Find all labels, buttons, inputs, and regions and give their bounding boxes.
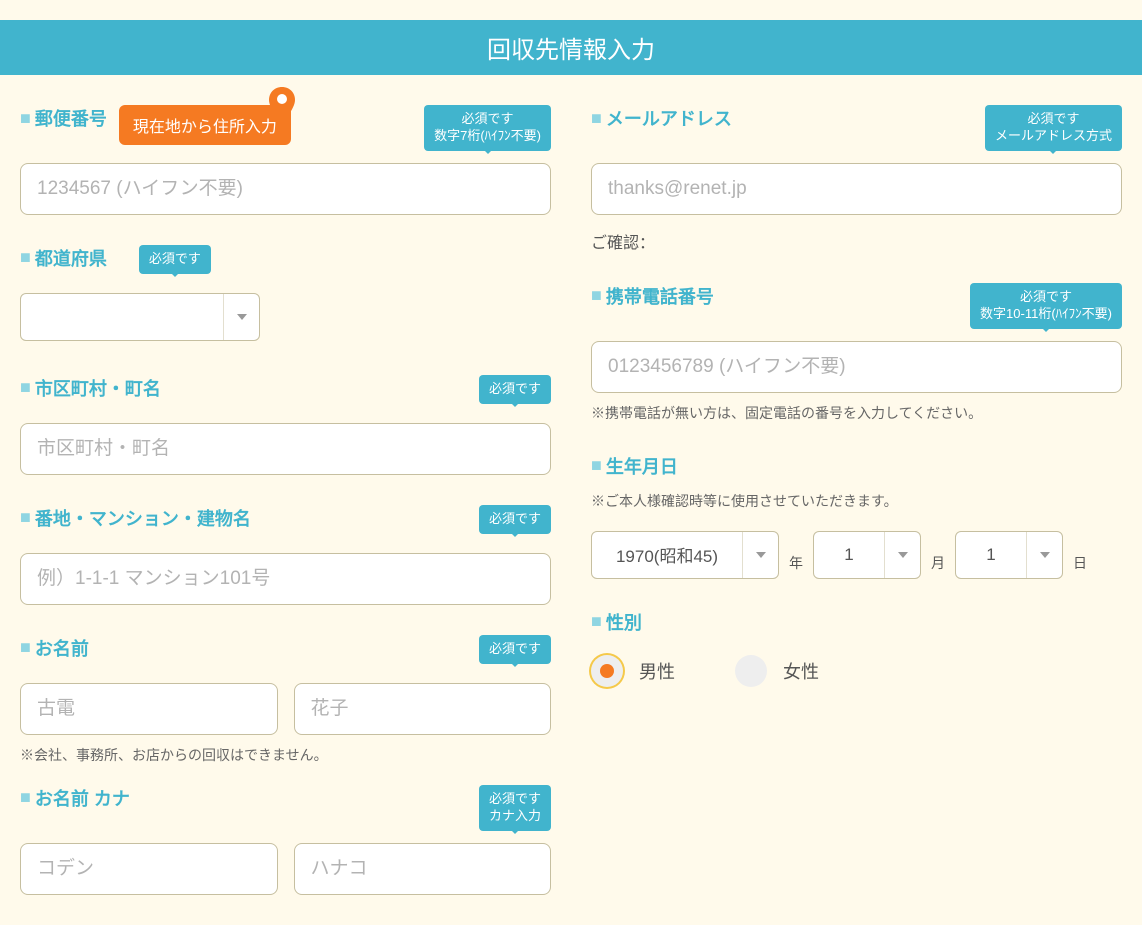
- label-kana: お名前 カナ: [20, 785, 130, 811]
- field-prefecture: 都道府県 必須です: [20, 245, 551, 345]
- label-dob: 生年月日: [591, 453, 1122, 479]
- email-input[interactable]: [591, 163, 1122, 215]
- tooltip-address: 必須です: [479, 505, 551, 534]
- gender-male-label: 男性: [639, 658, 675, 684]
- gender-female-label: 女性: [783, 658, 819, 684]
- label-email: メールアドレス: [591, 105, 732, 131]
- use-location-label: 現在地から住所入力: [133, 113, 277, 137]
- label-gender: 性別: [591, 609, 1122, 635]
- city-input[interactable]: [20, 423, 551, 475]
- radio-icon: [735, 655, 767, 687]
- tooltip-email: 必須ですメールアドレス方式: [985, 105, 1122, 151]
- radio-icon: [591, 655, 623, 687]
- label-postal: 郵便番号: [20, 105, 107, 131]
- label-name: お名前: [20, 635, 89, 661]
- chevron-down-icon: [884, 532, 920, 578]
- dob-month-select[interactable]: 1: [813, 531, 921, 579]
- dob-month-value: 1: [814, 532, 884, 578]
- field-kana: お名前 カナ 必須ですカナ入力: [20, 785, 551, 895]
- prefecture-select[interactable]: [20, 293, 260, 341]
- dob-note: ※ご本人様確認時等に使用させていただきます。: [591, 491, 1122, 511]
- month-unit: 月: [931, 553, 945, 579]
- tooltip-city: 必須です: [479, 375, 551, 404]
- gender-female-radio[interactable]: 女性: [735, 655, 819, 687]
- dob-year-select[interactable]: 1970(昭和45): [591, 531, 779, 579]
- chevron-down-icon: [1026, 532, 1062, 578]
- lastname-input[interactable]: [20, 683, 278, 735]
- field-city: 市区町村・町名 必須です: [20, 375, 551, 475]
- field-name: お名前 必須です ※会社、事務所、お店からの回収はできません。: [20, 635, 551, 765]
- year-unit: 年: [789, 553, 803, 579]
- phone-input[interactable]: [591, 341, 1122, 393]
- location-pin-icon: [269, 87, 295, 128]
- field-email: メールアドレス 必須ですメールアドレス方式 ご確認：: [591, 105, 1122, 253]
- tooltip-postal: 必須です数字7桁(ﾊｲﾌﾝ不要): [424, 105, 551, 151]
- label-phone: 携帯電話番号: [591, 283, 714, 309]
- label-address: 番地・マンション・建物名: [20, 505, 251, 531]
- address-input[interactable]: [20, 553, 551, 605]
- lastname-kana-input[interactable]: [20, 843, 278, 895]
- phone-helper: ※携帯電話が無い方は、固定電話の番号を入力してください。: [591, 403, 1122, 423]
- label-city: 市区町村・町名: [20, 375, 161, 401]
- tooltip-kana: 必須ですカナ入力: [479, 785, 551, 831]
- dob-day-value: 1: [956, 532, 1026, 578]
- field-gender: 性別 男性 女性: [591, 609, 1122, 687]
- postal-input[interactable]: [20, 163, 551, 215]
- chevron-down-icon: [742, 532, 778, 578]
- firstname-input[interactable]: [294, 683, 552, 735]
- gender-male-radio[interactable]: 男性: [591, 655, 675, 687]
- field-postal: 郵便番号 現在地から住所入力 必須です数字7桁(ﾊｲﾌﾝ不要): [20, 105, 551, 215]
- label-prefecture: 都道府県: [20, 245, 107, 271]
- dob-year-value: 1970(昭和45): [592, 532, 742, 578]
- field-dob: 生年月日 ※ご本人様確認時等に使用させていただきます。 1970(昭和45) 年…: [591, 453, 1122, 579]
- name-helper: ※会社、事務所、お店からの回収はできません。: [20, 745, 551, 765]
- firstname-kana-input[interactable]: [294, 843, 552, 895]
- page-title: 回収先情報入力: [0, 20, 1142, 75]
- prefecture-value: [21, 294, 223, 340]
- dob-day-select[interactable]: 1: [955, 531, 1063, 579]
- field-phone: 携帯電話番号 必須です数字10-11桁(ﾊｲﾌﾝ不要) ※携帯電話が無い方は、固…: [591, 283, 1122, 423]
- email-confirm-label: ご確認：: [591, 229, 1122, 253]
- day-unit: 日: [1073, 553, 1087, 579]
- field-address: 番地・マンション・建物名 必須です: [20, 505, 551, 605]
- tooltip-phone: 必須です数字10-11桁(ﾊｲﾌﾝ不要): [970, 283, 1122, 329]
- chevron-down-icon: [223, 294, 259, 340]
- use-location-button[interactable]: 現在地から住所入力: [119, 105, 291, 145]
- tooltip-name: 必須です: [479, 635, 551, 664]
- tooltip-prefecture: 必須です: [139, 245, 211, 274]
